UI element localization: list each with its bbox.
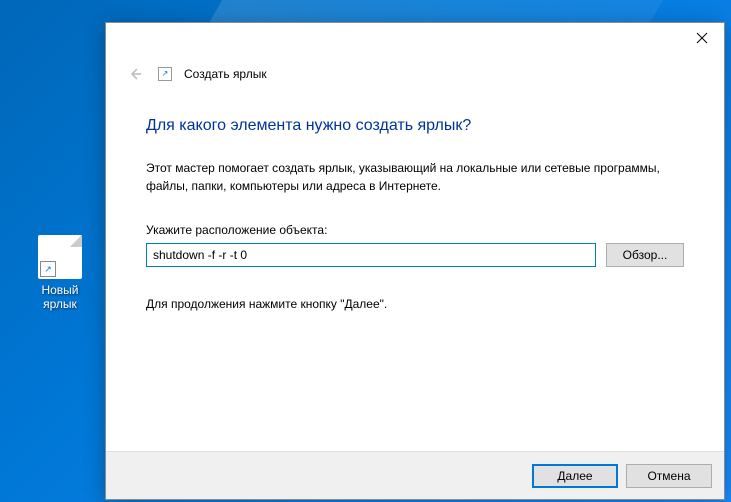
location-input[interactable] xyxy=(146,243,596,267)
dialog-description: Этот мастер помогает создать ярлык, указ… xyxy=(146,159,684,195)
location-label: Укажите расположение объекта: xyxy=(146,223,684,237)
dialog-header: ↗ Создать ярлык xyxy=(106,53,724,89)
cancel-button[interactable]: Отмена xyxy=(626,464,712,488)
back-button[interactable] xyxy=(124,63,146,85)
close-button[interactable] xyxy=(679,23,724,53)
close-icon xyxy=(696,32,708,44)
location-row: Обзор... xyxy=(146,243,684,267)
create-shortcut-dialog: ↗ Создать ярлык Для какого элемента нужн… xyxy=(105,22,725,500)
back-arrow-icon xyxy=(127,66,143,82)
shortcut-file-icon xyxy=(38,235,82,279)
shortcut-mini-icon: ↗ xyxy=(158,67,172,81)
dialog-titlebar xyxy=(106,23,724,53)
dialog-content: Для какого элемента нужно создать ярлык?… xyxy=(106,89,724,451)
continue-instruction: Для продолжения нажмите кнопку "Далее". xyxy=(146,297,684,311)
desktop-shortcut-new[interactable]: Новыйярлык xyxy=(30,235,90,312)
desktop-shortcut-label: Новыйярлык xyxy=(30,283,90,312)
next-button[interactable]: Далее xyxy=(532,464,618,488)
dialog-footer: Далее Отмена xyxy=(106,451,724,499)
browse-button[interactable]: Обзор... xyxy=(606,243,684,267)
dialog-heading: Для какого элемента нужно создать ярлык? xyxy=(146,117,684,135)
dialog-breadcrumb: Создать ярлык xyxy=(184,67,267,81)
